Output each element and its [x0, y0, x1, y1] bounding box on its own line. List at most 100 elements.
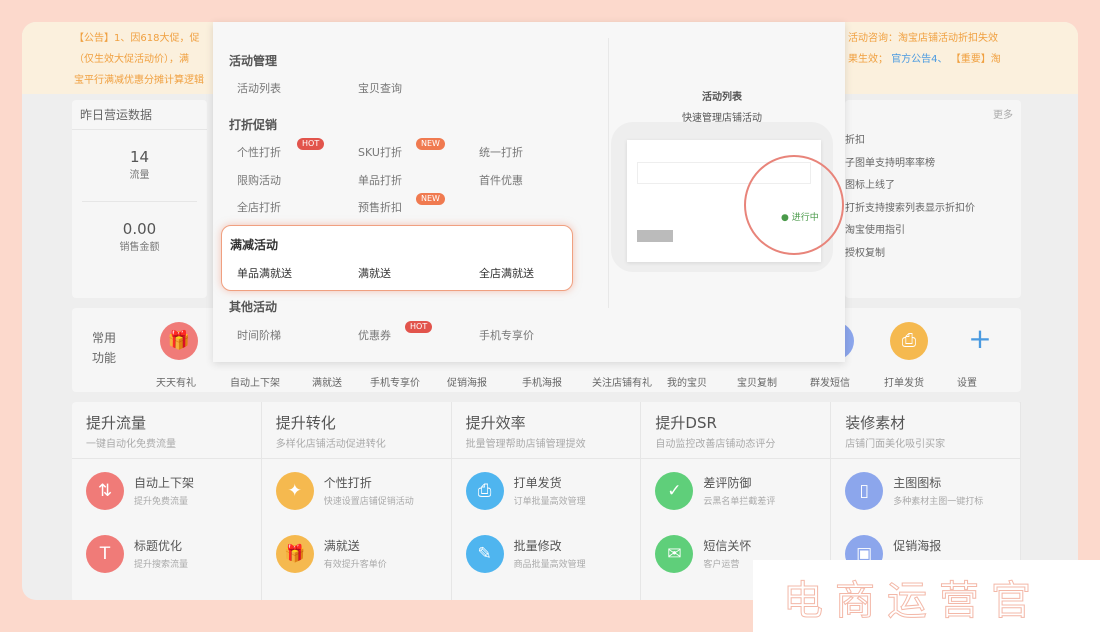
- menu-item[interactable]: 统一打折: [479, 144, 523, 160]
- menu-item-single-full-gift[interactable]: 单品满就送: [237, 265, 292, 281]
- hot-badge: HOT: [405, 321, 433, 333]
- function-icon[interactable]: ⎙: [890, 322, 928, 360]
- stat-label: 流量: [129, 170, 150, 181]
- hot-badge: HOT: [297, 138, 325, 150]
- new-badge: NEW: [416, 193, 445, 205]
- feature-column: 提升流量 一键自动化免费流量 ⇅ 自动上下架 提升免费流量 T 标题优化 提升搜索流量: [72, 402, 262, 600]
- stat-value: 0.00: [122, 220, 157, 238]
- highlight-circle: [744, 155, 844, 255]
- feature-column: 提升效率 批量管理帮助店铺管理提效 ⎙ 打单发货 订单批量高效管理 ✎ 批量修改 商品批量高效…: [451, 402, 642, 600]
- menu-item[interactable]: 时间阶梯: [237, 327, 281, 343]
- column-subtitle: 批量管理帮助店铺管理提效: [451, 433, 641, 459]
- column-title: 提升流量: [86, 414, 147, 432]
- feature-name: 自动上下架: [134, 476, 195, 490]
- new-badge: NEW: [416, 138, 445, 150]
- divider: [608, 38, 609, 308]
- common-function-item[interactable]: 手机专享价: [370, 374, 420, 389]
- feature-desc: 云黑名单拦截差评: [703, 497, 776, 507]
- section-title: 其他活动: [229, 300, 278, 314]
- watermark: 电商运营官: [753, 560, 1100, 632]
- feature-column: 提升转化 多样化店铺活动促进转化 ✦ 个性打折 快速设置店铺促销活动 🎁 满就送 有效提升客单…: [261, 402, 452, 600]
- feature-name: 差评防御: [703, 476, 752, 490]
- more-link[interactable]: 更多: [993, 106, 1013, 121]
- feature-desc: 提升搜索流量: [134, 560, 189, 570]
- common-function-item[interactable]: 群发短信: [810, 374, 850, 389]
- feature-desc: 订单批量高效管理: [513, 497, 586, 507]
- full-reduction-section: 满减活动 单品满就送 满就送 全店满就送: [221, 225, 573, 291]
- menu-item[interactable]: 单品打折: [358, 172, 402, 188]
- feature-desc: 商品批量高效管理: [513, 560, 586, 570]
- banner-right-line-2: 果生效； 官方公告4、 【重要】淘: [848, 49, 1001, 70]
- common-function-item[interactable]: 宝贝复制: [737, 374, 777, 389]
- column-subtitle: 店铺门面美化吸引买家: [831, 433, 1020, 459]
- menu-item[interactable]: 首件优惠: [479, 172, 523, 188]
- banner-text: 果生效；: [848, 54, 888, 65]
- menu-item[interactable]: 优惠券: [358, 327, 391, 343]
- promotion-dropdown-menu: 活动管理 活动列表 宝贝查询 打折促销 个性打折 HOT SKU打折 NEW 统…: [213, 22, 845, 362]
- feature-desc: 快速设置店铺促销活动: [323, 497, 414, 507]
- news-item[interactable]: 授权复制: [845, 243, 975, 266]
- column-subtitle: 一键自动化免费流量: [72, 433, 261, 459]
- common-function-item[interactable]: 关注店铺有礼: [592, 374, 652, 389]
- plus-icon[interactable]: +: [961, 320, 999, 358]
- menu-item[interactable]: 限购活动: [237, 172, 281, 188]
- menu-item[interactable]: 全店打折: [237, 199, 281, 215]
- feature-name: 满就送: [323, 539, 360, 553]
- feature-icon: ▯: [845, 472, 884, 510]
- feature-icon: ✎: [465, 535, 504, 573]
- section-title: 满减活动: [230, 238, 279, 252]
- menu-item[interactable]: 个性打折: [237, 144, 281, 160]
- feature-desc: 有效提升客单价: [323, 560, 387, 570]
- stat-label: 销售金额: [119, 242, 160, 253]
- function-icon[interactable]: 🎁: [160, 322, 198, 360]
- common-function-item[interactable]: 我的宝贝: [667, 374, 707, 389]
- watermark-text: 电商运营官: [783, 578, 1043, 625]
- column-subtitle: 多样化店铺活动促进转化: [261, 433, 451, 459]
- column-title: 提升转化: [275, 414, 336, 432]
- feature-name: 个性打折: [323, 476, 372, 490]
- menu-item[interactable]: 活动列表: [237, 80, 281, 96]
- common-function-item[interactable]: 天天有礼: [156, 374, 196, 389]
- news-item[interactable]: 打折支持搜索列表显示折扣价: [845, 198, 975, 221]
- preview-caption: 活动列表 快速管理店铺活动: [611, 88, 833, 124]
- news-item[interactable]: 图标上线了: [845, 175, 975, 198]
- menu-item-full-gift[interactable]: 满就送: [358, 265, 391, 281]
- news-item[interactable]: 折扣: [845, 130, 975, 153]
- feature-icon: ⇅: [86, 472, 124, 510]
- feature-icon: T: [86, 535, 124, 573]
- news-item[interactable]: 淘宝使用指引: [845, 220, 975, 243]
- feature-name: 批量修改: [513, 539, 562, 553]
- preview-title: 活动列表: [702, 92, 742, 103]
- menu-item-store-full-gift[interactable]: 全店满就送: [479, 265, 534, 281]
- common-function-item[interactable]: 促销海报: [447, 374, 487, 389]
- announcement-link[interactable]: 官方公告4、: [891, 54, 947, 65]
- banner-text: 【重要】淘: [950, 54, 1001, 65]
- common-functions-title: 常用功能: [92, 331, 117, 365]
- feature-icon: ⎙: [465, 472, 504, 510]
- column-title: 提升DSR: [655, 414, 717, 432]
- stat-traffic: 14 流量: [72, 148, 207, 181]
- common-function-item[interactable]: 打单发货: [884, 374, 924, 389]
- stat-value: 14: [129, 148, 150, 166]
- common-function-item[interactable]: 手机海报: [522, 374, 562, 389]
- menu-item[interactable]: 预售折扣: [358, 199, 402, 215]
- common-function-item[interactable]: 自动上下架: [230, 374, 280, 389]
- yesterday-stats-card: 昨日营运数据 14 流量 0.00 销售金额: [72, 100, 207, 298]
- feature-icon: ✓: [655, 472, 694, 510]
- feature-desc: 多种素材主图一键打标: [893, 497, 984, 507]
- menu-item[interactable]: SKU打折: [358, 144, 402, 160]
- section-title: 打折促销: [229, 118, 278, 132]
- feature-name: 打单发货: [513, 476, 562, 490]
- feature-desc: 提升免费流量: [134, 497, 189, 507]
- news-item[interactable]: 子图单支持明率率榜: [845, 153, 975, 176]
- menu-item[interactable]: 宝贝查询: [358, 80, 402, 96]
- common-function-item[interactable]: 满就送: [312, 374, 342, 389]
- feature-icon: ✦: [275, 472, 314, 510]
- feature-icon: ✉: [655, 535, 694, 573]
- common-function-item[interactable]: 设置: [957, 374, 977, 389]
- menu-item[interactable]: 手机专享价: [479, 327, 534, 343]
- feature-desc: 客户运营: [703, 560, 740, 570]
- stat-sales: 0.00 销售金额: [72, 220, 207, 253]
- feature-name: 主图图标: [893, 476, 942, 490]
- section-title: 活动管理: [229, 54, 278, 68]
